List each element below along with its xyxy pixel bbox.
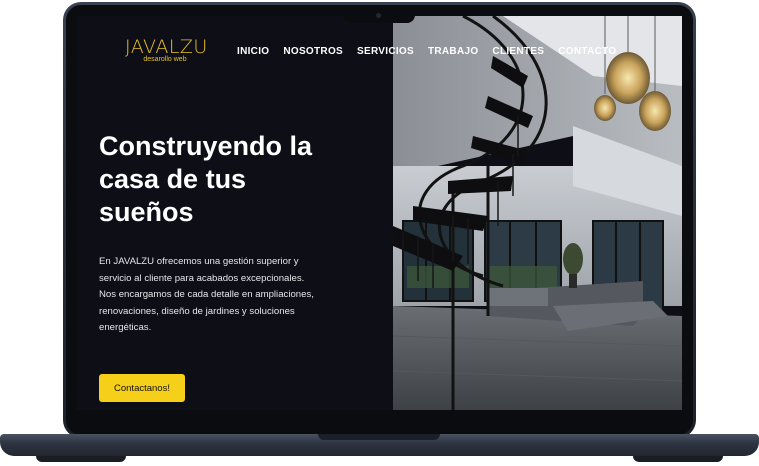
brand-logo[interactable]: JAVALZU desarollo web: [125, 36, 208, 63]
laptop-base-notch: [318, 434, 440, 440]
laptop-foot-left: [36, 456, 126, 462]
interior-photo: [393, 16, 682, 410]
nav-item-contacto[interactable]: CONTACTO: [558, 46, 616, 57]
hero-description: En JAVALZU ofrecemos una gestión superio…: [99, 256, 314, 333]
nav-item-nosotros[interactable]: NOSOTROS: [283, 46, 343, 57]
camera-icon: [376, 13, 381, 18]
laptop-foot-right: [633, 456, 723, 462]
hero-title: Construyendo la casa de tus sueños: [99, 131, 313, 227]
nav-item-servicios[interactable]: SERVICIOS: [357, 46, 414, 57]
nav-item-clientes[interactable]: CLIENTES: [492, 46, 544, 57]
nav-item-inicio[interactable]: INICIO: [237, 46, 269, 57]
hero-image: [393, 16, 682, 410]
nav-item-trabajo[interactable]: TRABAJO: [428, 46, 478, 57]
contact-button[interactable]: Contactanos!: [99, 374, 185, 402]
website-screen: JAVALZU desarollo web INICIO NOSOTROS SE…: [77, 16, 682, 410]
main-nav: INICIO NOSOTROS SERVICIOS TRABAJO CLIENT…: [237, 46, 616, 57]
brand-name: JAVALZU: [125, 36, 208, 58]
